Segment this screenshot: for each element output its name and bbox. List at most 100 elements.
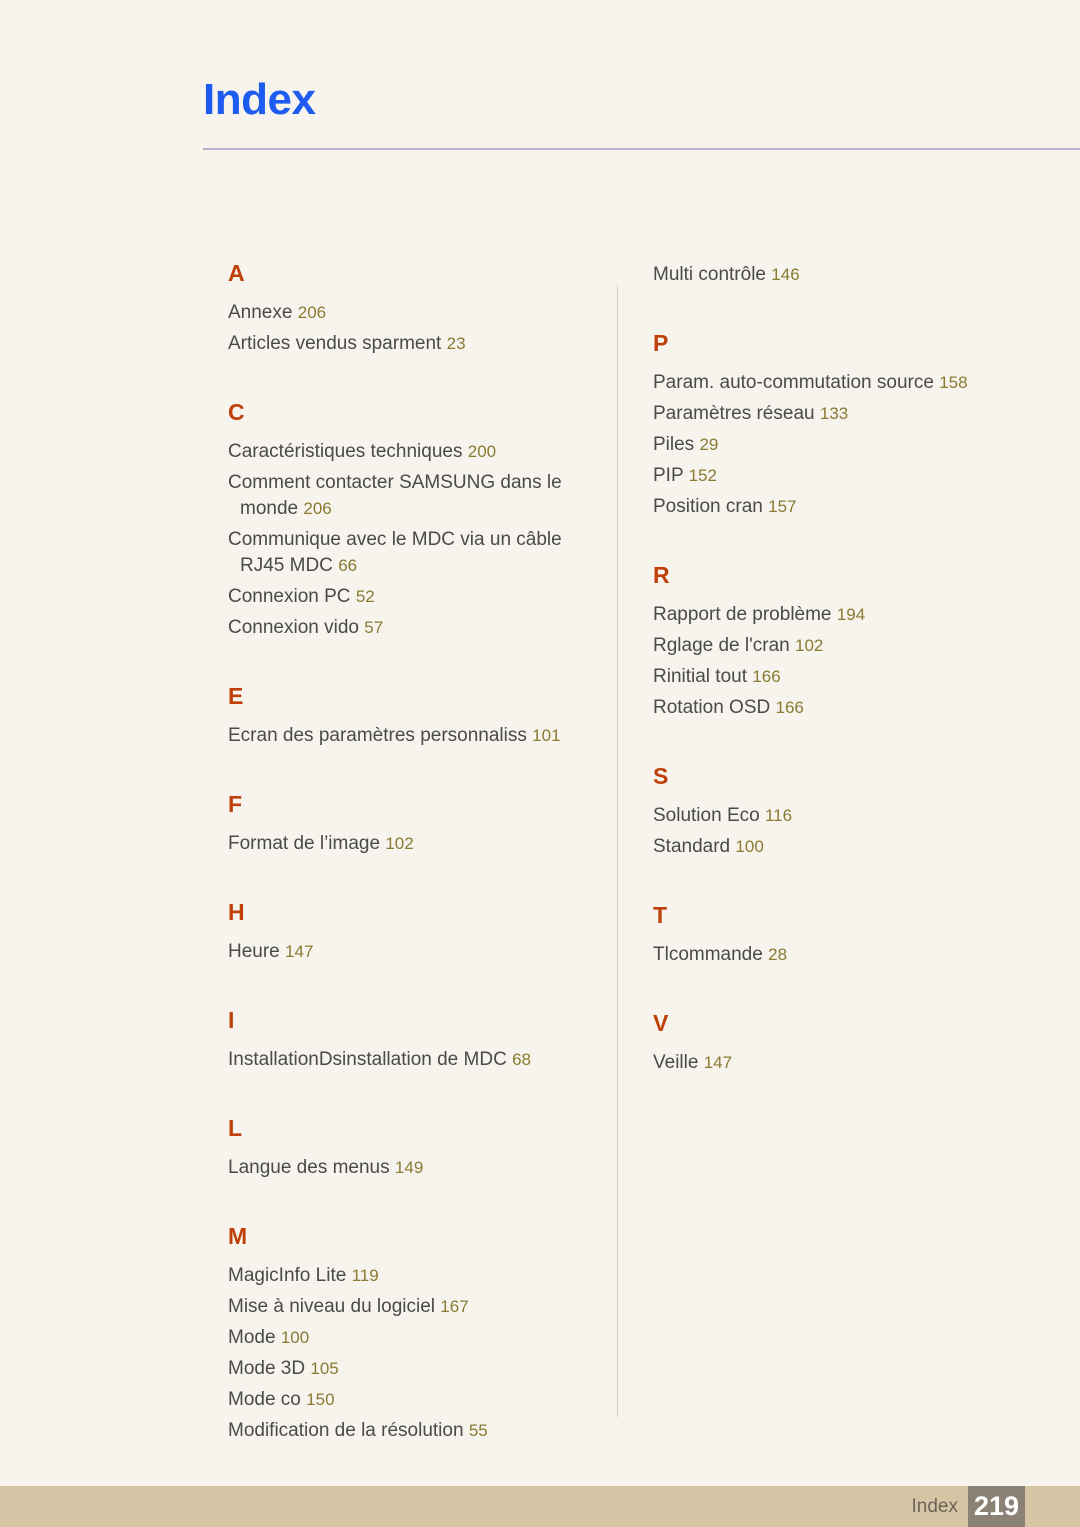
index-entry[interactable]: Connexion PC 52 [228,584,610,610]
index-letter-group: I InstallationDsinstallation de MDC 68 [228,1009,610,1073]
index-entry-page: 167 [440,1297,469,1316]
index-entry-title: Rglage de l'cran [653,635,790,656]
index-entry-title: Mise à niveau du logiciel [228,1296,436,1317]
index-entry-page: 52 [355,587,375,606]
column-divider [617,285,618,1417]
index-entry-page: 105 [310,1359,339,1378]
index-entry[interactable]: Annexe 206 [228,300,610,326]
index-letter-group: T Tlcommande 28 [653,904,1035,968]
index-letter-group: S Solution Eco 116 Standard 100 [653,765,1035,860]
index-entry[interactable]: Rglage de l'cran 102 [653,633,1035,659]
index-letter-heading: M [228,1223,248,1249]
index-entry-page: 158 [939,373,968,392]
index-entry[interactable]: Solution Eco 116 [653,803,1035,829]
footer-label: Index [911,1496,958,1517]
index-entry[interactable]: Mode 3D 105 [228,1356,610,1382]
index-entry[interactable]: MagicInfo Lite 119 [228,1263,610,1289]
index-entry-title: Connexion vido [228,617,359,638]
page-title: Index [203,75,316,124]
index-entry[interactable]: Rinitial tout 166 [653,664,1035,690]
index-entry-title: InstallationDsinstallation de MDC [228,1049,507,1070]
index-entry-title: Rapport de problème [653,604,832,625]
index-entry-title: Param. auto-commutation source [653,372,934,393]
index-letter-heading: E [228,683,244,709]
index-letter-heading: I [228,1007,235,1033]
index-entry[interactable]: Rapport de problème 194 [653,602,1035,628]
index-entry-title: PIP [653,465,684,486]
index-entry-title: Veille [653,1052,699,1073]
index-entry-page: 147 [703,1053,733,1072]
index-entry-title: Ecran des paramètres personnaliss [228,725,527,746]
index-entry[interactable]: Veille 147 [653,1050,1035,1076]
index-entry[interactable]: Paramètres réseau 133 [653,401,1035,427]
index-entry-page: 146 [771,265,800,284]
index-entry-page: 157 [768,497,797,516]
index-letter-group: Multi contrôle 146 [653,262,1035,288]
index-entry-title: Rotation OSD [653,697,771,718]
index-entry-page: 23 [446,334,466,353]
index-entry-page: 206 [297,303,327,322]
index-entry[interactable]: Articles vendus sparment 23 [228,331,610,357]
index-letter-heading: L [228,1115,243,1141]
index-entry[interactable]: Langue des menus 149 [228,1155,610,1181]
index-entry-title: Piles [653,434,695,455]
index-entry[interactable]: Caractéristiques techniques 200 [228,439,610,465]
index-entry[interactable]: Connexion vido 57 [228,615,610,641]
index-entry-title: Mode co [228,1389,301,1410]
index-entry-title: Mode 3D [228,1358,306,1379]
index-entry-title: Paramètres réseau [653,403,815,424]
index-entry[interactable]: Mode 100 [228,1325,610,1351]
index-entry[interactable]: Modification de la résolution 55 [228,1418,610,1444]
index-letter-heading: V [653,1010,669,1036]
index-letter-heading: T [653,902,668,928]
index-letter-group: F Format de l’image 102 [228,793,610,857]
index-entry-page: 57 [364,618,384,637]
index-letter-group: M MagicInfo Lite 119 Mise à niveau du logi… [228,1225,610,1444]
index-entry-title: Connexion PC [228,586,351,607]
index-entry[interactable]: Multi contrôle 146 [653,262,1035,288]
index-entry[interactable]: Piles 29 [653,432,1035,458]
index-letter-group: L Langue des menus 149 [228,1117,610,1181]
index-entry-page: 102 [385,834,414,853]
index-entry[interactable]: Format de l’image 102 [228,831,610,857]
index-entry[interactable]: Position cran 157 [653,494,1035,520]
index-entry-title: MagicInfo Lite [228,1265,347,1286]
index-letter-group: E Ecran des paramètres personnaliss 101 [228,685,610,749]
index-entry[interactable]: Param. auto-commutation source 158 [653,370,1035,396]
index-entry-page: 102 [795,636,824,655]
index-entry-page: 101 [532,726,561,745]
index-entry-page: 166 [752,667,781,686]
index-entry-page: 166 [775,698,804,717]
index-entry-page: 194 [836,605,866,624]
index-entry-title: Caractéristiques techniques [228,441,463,462]
index-entry-page: 206 [303,499,332,518]
index-entry[interactable]: InstallationDsinstallation de MDC 68 [228,1047,610,1073]
index-letter-group: C Caractéristiques techniques 200 Comment … [228,401,610,641]
index-entry[interactable]: Heure 147 [228,939,610,965]
index-entry-page: 119 [351,1266,379,1285]
index-letter-group: V Veille 147 [653,1012,1035,1076]
footer-page-number: 219 [973,1491,1020,1521]
index-entry-page: 116 [764,806,793,825]
index-entry[interactable]: Rotation OSD 166 [653,695,1035,721]
index-entry[interactable]: Comment contacter SAMSUNG dans le monde … [228,470,610,522]
index-entry[interactable]: Ecran des paramètres personnaliss 101 [228,723,610,749]
index-letter-heading: F [228,791,243,817]
index-entry-title: Solution Eco [653,805,760,826]
index-entry[interactable]: Mode co 150 [228,1387,610,1413]
index-entry-title: Modification de la résolution [228,1420,464,1441]
index-entry[interactable]: PIP 152 [653,463,1035,489]
index-entry-page: 149 [394,1158,424,1177]
index-entry[interactable]: Communique avec le MDC via un câble RJ45… [228,527,610,579]
index-letter-heading: A [228,260,245,286]
index-column-left: A Annexe 206 Articles vendus sparment 23 C C… [228,262,610,1449]
index-entry-page: 150 [306,1390,335,1409]
index-entry-page: 68 [512,1050,531,1069]
index-letter-group: H Heure 147 [228,901,610,965]
index-entry-title: Communique avec le MDC via un câble RJ45… [228,529,562,576]
index-entry-title: Heure [228,941,280,962]
index-entry[interactable]: Mise à niveau du logiciel 167 [228,1294,610,1320]
index-entry[interactable]: Tlcommande 28 [653,942,1035,968]
index-entry-page: 100 [280,1328,310,1347]
index-entry[interactable]: Standard 100 [653,834,1035,860]
